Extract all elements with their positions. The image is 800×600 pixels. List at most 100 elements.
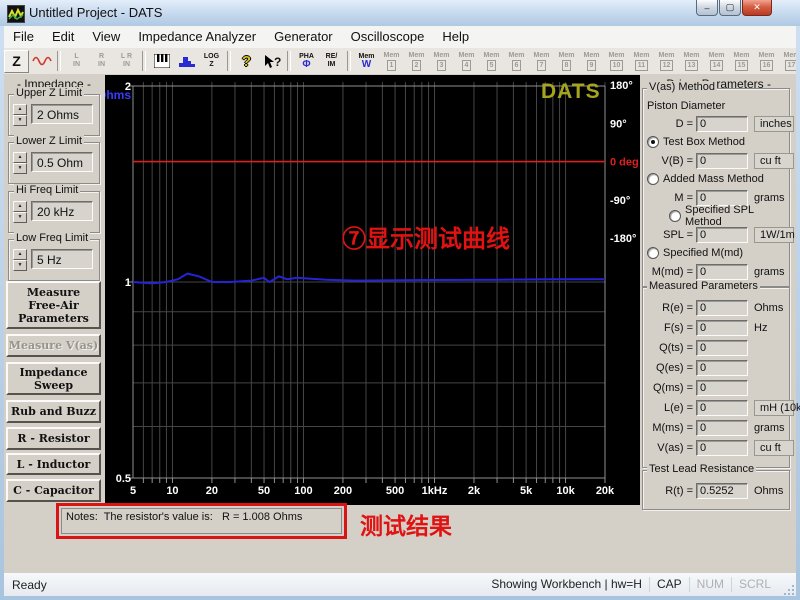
mem-15-button[interactable]: Mem15 (729, 50, 754, 73)
impedance-z-button[interactable]: Z (4, 50, 29, 73)
value-field[interactable]: 0 (696, 360, 748, 376)
piano-tones-button[interactable] (149, 50, 174, 73)
value-field[interactable]: 0 (696, 300, 748, 316)
limit-value-field[interactable]: 5 Hz (31, 249, 93, 269)
field-label: V(as) = (645, 442, 693, 454)
minimize-button[interactable]: – (696, 0, 718, 16)
stereo-input-button[interactable]: L RIN (114, 50, 139, 73)
svg-text:180°: 180° (610, 80, 633, 92)
log-z-button[interactable]: LOGZ (199, 50, 224, 73)
radio-specified-spl-method[interactable] (669, 210, 681, 222)
radio-test-box-method[interactable] (647, 136, 659, 148)
value-field[interactable]: 0 (696, 440, 748, 456)
value-field[interactable]: 0.5252 (696, 483, 748, 499)
limit-value-field[interactable]: 2 Ohms (31, 104, 93, 124)
toolbar-separator (57, 51, 61, 71)
mem-workbench-button[interactable]: MemW (354, 50, 379, 73)
mem-2-button[interactable]: Mem2 (404, 50, 429, 73)
context-help-button[interactable]: ? (259, 50, 284, 73)
radio-label: Specified SPL Method (685, 204, 787, 228)
resize-grip[interactable] (780, 581, 794, 595)
value-field[interactable]: 0 (696, 116, 748, 132)
left-input-button[interactable]: LIN (64, 50, 89, 73)
spinner-control: ▲▼ (13, 249, 27, 271)
mem-5-button[interactable]: Mem5 (479, 50, 504, 73)
mem-9-button[interactable]: Mem9 (579, 50, 604, 73)
unit-label[interactable]: cu ft (754, 440, 794, 456)
measure-free-air-button[interactable]: MeasureFree-AirParameters (6, 281, 101, 329)
value-field[interactable]: 0 (696, 400, 748, 416)
mem-13-button[interactable]: Mem13 (679, 50, 704, 73)
unit-label: grams (754, 422, 785, 434)
spin-down-button[interactable]: ▼ (13, 212, 27, 223)
mem-16-button[interactable]: Mem16 (754, 50, 779, 73)
menu-impedance-analyzer[interactable]: Impedance Analyzer (129, 26, 265, 48)
cursor-help-icon: ? (263, 54, 281, 69)
menu-generator[interactable]: Generator (265, 26, 342, 48)
unit-label[interactable]: 1W/1m (754, 227, 794, 243)
value-field[interactable]: 0 (696, 340, 748, 356)
mem-6-button[interactable]: Mem6 (504, 50, 529, 73)
value-field[interactable]: 0 (696, 420, 748, 436)
spin-up-button[interactable]: ▲ (13, 201, 27, 212)
spin-up-button[interactable]: ▲ (13, 104, 27, 115)
value-field[interactable]: 0 (696, 153, 748, 169)
spin-up-button[interactable]: ▲ (13, 249, 27, 260)
help-button[interactable]: ? (234, 50, 259, 73)
mem-7-button[interactable]: Mem7 (529, 50, 554, 73)
field-label: M(md) = (645, 266, 693, 278)
right-input-button[interactable]: RIN (89, 50, 114, 73)
notes-field[interactable]: Notes: The resistor's value is: R = 1.00… (61, 508, 342, 534)
histogram-button[interactable] (174, 50, 199, 73)
mem-11-button[interactable]: Mem11 (629, 50, 654, 73)
maximize-button[interactable]: ▢ (719, 0, 741, 16)
value-field[interactable]: 0 (696, 264, 748, 280)
svg-text:200: 200 (334, 485, 352, 497)
menu-oscilloscope[interactable]: Oscilloscope (342, 26, 434, 48)
close-button[interactable]: ✕ (742, 0, 772, 16)
radio-specified-m-md-[interactable] (647, 247, 659, 259)
mem-8-button[interactable]: Mem8 (554, 50, 579, 73)
menu-file[interactable]: File (4, 26, 43, 48)
menu-help[interactable]: Help (433, 26, 478, 48)
sine-generator-button[interactable] (29, 50, 54, 73)
unit-label[interactable]: mH (10k) (754, 400, 794, 416)
limit-value-field[interactable]: 0.5 Ohm (31, 152, 93, 172)
unit-label[interactable]: cu ft (754, 153, 794, 169)
impedance-sweep-button[interactable]: ImpedanceSweep (6, 362, 101, 395)
mem-3-button[interactable]: Mem3 (429, 50, 454, 73)
phase-button[interactable]: PHAΦ (294, 50, 319, 73)
mem-1-button[interactable]: Mem1 (379, 50, 404, 73)
limit-value-field[interactable]: 20 kHz (31, 201, 93, 221)
re-im-button[interactable]: RE/IM (319, 50, 344, 73)
unit-label[interactable]: inches (754, 116, 794, 132)
mem-17-button[interactable]: Mem17 (779, 50, 796, 73)
client-area: - Impedance - Upper Z Limit▲▼2 OhmsLower… (4, 74, 796, 573)
value-field[interactable]: 0 (696, 227, 748, 243)
mem-12-button[interactable]: Mem12 (654, 50, 679, 73)
status-flag-num: NUM (689, 577, 731, 592)
field-label: F(s) = (645, 322, 693, 334)
value-field[interactable]: 0 (696, 320, 748, 336)
r-resistor-button[interactable]: R - Resistor (6, 427, 101, 450)
vas-text: Piston Diameter (647, 100, 725, 112)
mem-10-button[interactable]: Mem10 (604, 50, 629, 73)
spin-down-button[interactable]: ▼ (13, 163, 27, 174)
measured-row: F(s) =0 Hz (645, 318, 787, 337)
limit-group-lower-z-limit: Lower Z Limit▲▼0.5 Ohm (8, 142, 100, 184)
rub-and-buzz-button[interactable]: Rub and Buzz (6, 400, 101, 423)
value-field[interactable]: 0 (696, 380, 748, 396)
vas-row: SPL =01W/1m (645, 225, 787, 244)
l-inductor-button[interactable]: L - Inductor (6, 453, 101, 475)
spin-down-button[interactable]: ▼ (13, 115, 27, 126)
menu-edit[interactable]: Edit (43, 26, 83, 48)
mem-4-button[interactable]: Mem4 (454, 50, 479, 73)
spin-up-button[interactable]: ▲ (13, 152, 27, 163)
menu-view[interactable]: View (83, 26, 129, 48)
radio-added-mass-method[interactable] (647, 173, 659, 185)
field-label: M(ms) = (645, 422, 693, 434)
mem-14-button[interactable]: Mem14 (704, 50, 729, 73)
spin-down-button[interactable]: ▼ (13, 260, 27, 271)
unit-label: Hz (754, 322, 767, 334)
c-capacitor-button[interactable]: C - Capacitor (6, 479, 101, 502)
